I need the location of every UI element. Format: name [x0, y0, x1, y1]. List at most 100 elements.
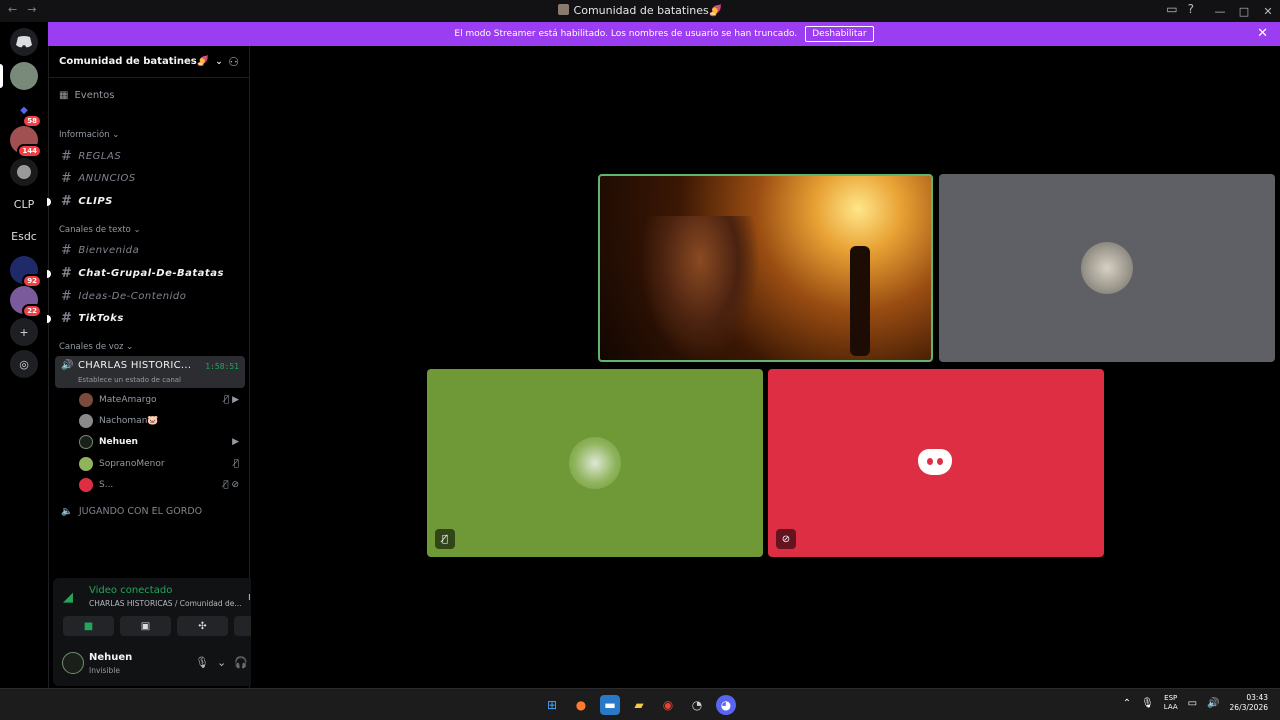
inbox-icon[interactable]: ▭: [1166, 2, 1177, 16]
window-title: Comunidad de batatines🍠: [0, 4, 1280, 17]
channel-anuncios[interactable]: # ANUNCIOS: [61, 171, 136, 186]
close-window-icon[interactable]: ✕: [1256, 0, 1280, 22]
channel-reglas[interactable]: # REGLAS: [61, 149, 121, 164]
network-icon[interactable]: ▭: [1188, 698, 1197, 709]
firefox-icon[interactable]: ●: [571, 695, 591, 715]
chrome-icon[interactable]: ◉: [658, 695, 678, 715]
calendar-icon: ▦: [59, 90, 69, 101]
server-icon-batatines[interactable]: [10, 62, 38, 90]
voice-user-nachoman[interactable]: Nachoman🐷: [79, 412, 239, 430]
video-tile-avatar-gray[interactable]: [939, 174, 1275, 362]
discord-logo-icon: [16, 36, 32, 48]
video-tile-avatar-red[interactable]: ⊘: [768, 369, 1104, 557]
channel-bienvenida[interactable]: # Bienvenida: [61, 243, 139, 258]
maximize-icon[interactable]: □: [1232, 0, 1256, 22]
voice-channel-name: CHARLAS HISTORIC...: [78, 360, 192, 371]
discord-home-icon[interactable]: [10, 28, 38, 56]
set-channel-status[interactable]: Establece un estado de canal: [78, 376, 181, 384]
avatar: [79, 435, 93, 449]
titlebar-tools: ▭ ?: [1166, 2, 1194, 16]
voice-channel-charlas[interactable]: 🔊 CHARLAS HISTORIC... 1:58:51 Establece …: [55, 356, 245, 388]
windows-start-icon[interactable]: ⊞: [542, 695, 562, 715]
server-icon-esdc[interactable]: Esdc: [10, 222, 38, 250]
avatar: [79, 457, 93, 471]
clock-time: 03:43: [1246, 693, 1268, 702]
server-icon-2[interactable]: ◆ 58: [10, 96, 42, 128]
window-title-text: Comunidad de batatines🍠: [573, 4, 723, 17]
photos-icon[interactable]: ▬: [600, 695, 620, 715]
channel-tiktoks[interactable]: # TikToks: [47, 311, 124, 326]
channel-clips[interactable]: # CLIPS: [47, 194, 113, 209]
user-avatar[interactable]: [62, 652, 84, 674]
channel-chat-grupal[interactable]: # Chat-Grupal-De-Batatas: [47, 266, 224, 281]
clock[interactable]: 03:43 26/3/2026: [1230, 693, 1268, 713]
signal-icon[interactable]: ◢: [63, 590, 73, 605]
volume-icon[interactable]: 🔊: [1207, 698, 1219, 709]
add-server-icon[interactable]: +: [10, 318, 38, 346]
file-explorer-icon[interactable]: ▰: [629, 695, 649, 715]
hash-icon: #: [61, 311, 73, 326]
camera-button[interactable]: ■: [63, 616, 114, 636]
server-icon-8[interactable]: 22: [10, 286, 42, 318]
avatar: [79, 414, 93, 428]
hash-icon: #: [61, 194, 73, 209]
server-icon-3[interactable]: 144: [10, 126, 42, 158]
voice-user-s[interactable]: S... 🎙̸ ⊘: [79, 476, 239, 494]
invite-people-icon[interactable]: ⚇: [228, 55, 239, 69]
camera-feed-object: [850, 246, 870, 356]
server-icon-7[interactable]: 92: [10, 256, 42, 288]
window-titlebar: ← → Comunidad de batatines🍠 ▭ ? — □ ✕: [0, 0, 1280, 22]
category-label: Canales de voz: [59, 342, 124, 352]
language-indicator[interactable]: ESP LAA: [1164, 694, 1178, 712]
avatar: [79, 393, 93, 407]
category-voice[interactable]: Canales de voz ⌄: [59, 342, 133, 352]
mention-badge: 144: [17, 144, 42, 158]
system-tray: ⌃ 🎙 ESP LAA ▭ 🔊 03:43 26/3/2026: [1123, 693, 1268, 713]
discover-icon[interactable]: ◎: [10, 350, 38, 378]
disable-streamer-button[interactable]: Deshabilitar: [805, 26, 874, 42]
hash-icon: #: [61, 149, 73, 164]
chevron-down-icon[interactable]: ⌄: [217, 656, 226, 669]
voice-user-name: Nachoman🐷: [99, 416, 159, 426]
minimize-icon[interactable]: —: [1208, 0, 1232, 22]
headphones-icon[interactable]: 🎧: [234, 656, 248, 669]
category-info[interactable]: Información ⌄: [59, 130, 119, 140]
category-label: Canales de texto: [59, 225, 131, 235]
clock-date: 26/3/2026: [1229, 703, 1268, 712]
server-icon-4[interactable]: [10, 158, 38, 186]
microphone-icon[interactable]: 🎙: [195, 656, 209, 669]
chevron-up-icon[interactable]: ⌃: [1123, 698, 1131, 709]
mention-badge: 22: [22, 304, 42, 318]
close-banner-icon[interactable]: ✕: [1257, 26, 1268, 41]
channel-label: Ideas-De-Contenido: [78, 291, 187, 302]
video-tile-avatar-green[interactable]: 🎙̸: [427, 369, 763, 557]
voice-user-name: SopranoMenor: [99, 459, 165, 469]
server-header[interactable]: Comunidad de batatines🍠 ⌄ ⚇: [49, 46, 249, 78]
connection-channel[interactable]: CHARLAS HISTORICAS / Comunidad de...: [89, 599, 242, 608]
microphone-tray-icon[interactable]: 🎙: [1141, 698, 1154, 709]
voice-user-nehuen[interactable]: Nehuen ▶: [79, 433, 239, 451]
deafened-icon: ⊘: [776, 529, 796, 549]
voice-channel-jugando[interactable]: 🔈 JUGANDO CON EL GORDO: [61, 506, 202, 517]
voice-user-sopranomenor[interactable]: SopranoMenor 🎙̸: [79, 455, 239, 473]
video-tile-camera[interactable]: [598, 174, 933, 362]
muted-deafened-icons: 🎙̸ ⊘: [223, 480, 239, 490]
banner-text: El modo Streamer está habilitado. Los no…: [454, 29, 798, 39]
category-text[interactable]: Canales de texto ⌄: [59, 225, 141, 235]
channel-ideas[interactable]: # Ideas-De-Contenido: [61, 289, 186, 304]
channel-label: REGLAS: [78, 151, 122, 162]
voice-user-mateamargo[interactable]: MateAmargo 🎙̸ ▶: [79, 391, 239, 409]
events-item[interactable]: ▦ Eventos: [59, 90, 114, 101]
screen-share-button[interactable]: ▣: [120, 616, 171, 636]
camera-icon: ▶: [232, 437, 239, 447]
activities-button[interactable]: ✣: [177, 616, 228, 636]
discord-taskbar-icon[interactable]: ◕: [716, 695, 736, 715]
server-icon-clp[interactable]: CLP: [10, 190, 38, 218]
hash-icon: #: [61, 243, 73, 258]
hash-icon: #: [61, 266, 73, 281]
help-icon[interactable]: ?: [1188, 2, 1194, 16]
channel-label: Chat-Grupal-De-Batatas: [78, 268, 224, 279]
obs-icon[interactable]: ◔: [687, 695, 707, 715]
unread-dot: [47, 270, 51, 278]
voice-user-name: MateAmargo: [99, 395, 157, 405]
